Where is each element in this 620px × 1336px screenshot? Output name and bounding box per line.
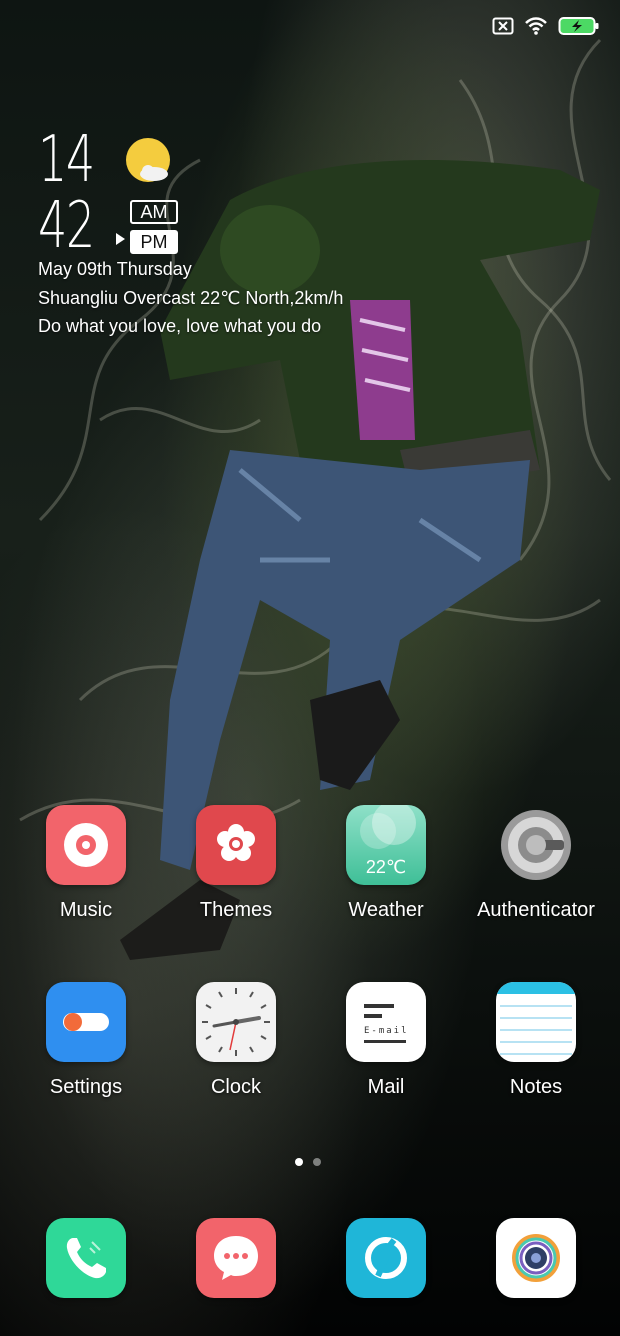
clock-minute: 42 [38, 189, 95, 263]
phone-icon[interactable] [46, 1218, 126, 1298]
app-label: Authenticator [477, 899, 595, 921]
app-label: Settings [49, 1076, 123, 1098]
music-icon[interactable] [46, 805, 126, 885]
dock-phone[interactable] [11, 1218, 161, 1298]
app-label: Themes [199, 899, 273, 921]
dock-camera[interactable] [461, 1218, 611, 1298]
clock-hour: 14 [38, 123, 95, 197]
browser-icon[interactable] [346, 1218, 426, 1298]
period-pointer [116, 233, 125, 245]
camera-icon[interactable] [496, 1218, 576, 1298]
dock-messages[interactable] [161, 1218, 311, 1298]
app-authenticator[interactable]: Authenticator [461, 805, 611, 922]
app-label: Clock [210, 1076, 261, 1098]
app-label: Weather [348, 899, 424, 921]
home-screen: 14 42 AM PM May 09th Thursday Shuangliu … [0, 0, 620, 1336]
battery-charging-icon [558, 17, 599, 35]
status-bar [492, 16, 600, 36]
pm-label: PM [130, 230, 178, 254]
partly-cloudy-sun-icon [126, 138, 170, 182]
themes-icon[interactable] [196, 805, 276, 885]
app-label: Music [59, 899, 113, 921]
weather-icon[interactable]: 22℃ [346, 805, 426, 885]
no-sim-icon [492, 17, 514, 35]
clock-icon[interactable] [196, 982, 276, 1062]
notes-icon[interactable] [496, 982, 576, 1062]
app-label: Mail [367, 1076, 405, 1098]
app-settings[interactable]: Settings [11, 982, 161, 1099]
weather-icon-temp: 22℃ [365, 857, 407, 877]
page-indicator[interactable] [295, 1158, 321, 1166]
wifi-icon [525, 17, 547, 35]
authenticator-icon[interactable] [496, 805, 576, 885]
app-mail[interactable]: E-mail Mail [311, 982, 461, 1099]
mail-icon-text: E-mail [364, 1026, 409, 1036]
app-clock[interactable]: Clock [161, 982, 311, 1099]
date-line: May 09th Thursday [38, 259, 192, 279]
page-dot-2[interactable] [313, 1158, 321, 1166]
weather-line: Shuangliu Overcast 22℃ North,2km/h [38, 288, 344, 308]
mail-icon[interactable]: E-mail [346, 982, 426, 1062]
app-notes[interactable]: Notes [461, 982, 611, 1099]
app-label: Notes [509, 1076, 563, 1098]
dock-browser[interactable] [311, 1218, 461, 1298]
quote-line: Do what you love, love what you do [38, 316, 322, 336]
messages-icon[interactable] [196, 1218, 276, 1298]
settings-icon[interactable] [46, 982, 126, 1062]
page-dot-1[interactable] [295, 1158, 303, 1166]
app-weather[interactable]: 22℃ Weather [311, 805, 461, 922]
app-themes[interactable]: Themes [161, 805, 311, 922]
app-music[interactable]: Music [11, 805, 161, 922]
am-label: AM [130, 200, 178, 224]
